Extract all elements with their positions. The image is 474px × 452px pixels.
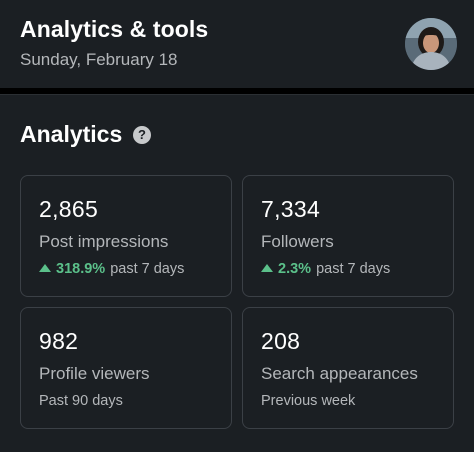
- trend-percent: 2.3%: [278, 261, 312, 277]
- trend-percent: 318.9%: [56, 261, 106, 277]
- metric-label: Followers: [261, 232, 334, 251]
- question-circle-icon[interactable]: ?: [133, 126, 151, 144]
- page-header: Analytics & tools Sunday, February 18: [0, 0, 474, 88]
- avatar[interactable]: [405, 18, 457, 70]
- metric-period: Past 90 days: [39, 393, 123, 409]
- metric-followers[interactable]: 7,334 Followers 2.3% past 7 days: [242, 175, 454, 297]
- header-date: Sunday, February 18: [20, 50, 178, 69]
- metric-value: 2,865: [39, 196, 99, 222]
- trend-period: past 7 days: [316, 261, 391, 277]
- analytics-card: Analytics ? 2,865 Post impressions 318.9…: [0, 94, 474, 452]
- trend-period: past 7 days: [110, 261, 185, 277]
- page-title: Analytics & tools: [20, 16, 209, 42]
- metric-profile-viewers[interactable]: 982 Profile viewers Past 90 days: [20, 307, 232, 429]
- metric-value: 7,334: [261, 196, 321, 222]
- metric-trend: 318.9% past 7 days: [39, 261, 184, 277]
- trend-up-icon: [39, 264, 51, 272]
- trend-up-icon: [261, 264, 273, 272]
- metric-post-impressions[interactable]: 2,865 Post impressions 318.9% past 7 day…: [20, 175, 232, 297]
- metric-value: 982: [39, 328, 79, 354]
- analytics-title: Analytics: [20, 121, 123, 147]
- metric-label: Post impressions: [39, 232, 169, 251]
- metric-label: Search appearances: [261, 364, 418, 383]
- metric-trend: 2.3% past 7 days: [261, 261, 390, 277]
- metric-value: 208: [261, 328, 301, 354]
- metric-search-appearances[interactable]: 208 Search appearances Previous week: [242, 307, 454, 429]
- avatar-photo: [405, 18, 457, 70]
- metric-label: Profile viewers: [39, 364, 150, 383]
- metric-period: Previous week: [261, 393, 356, 409]
